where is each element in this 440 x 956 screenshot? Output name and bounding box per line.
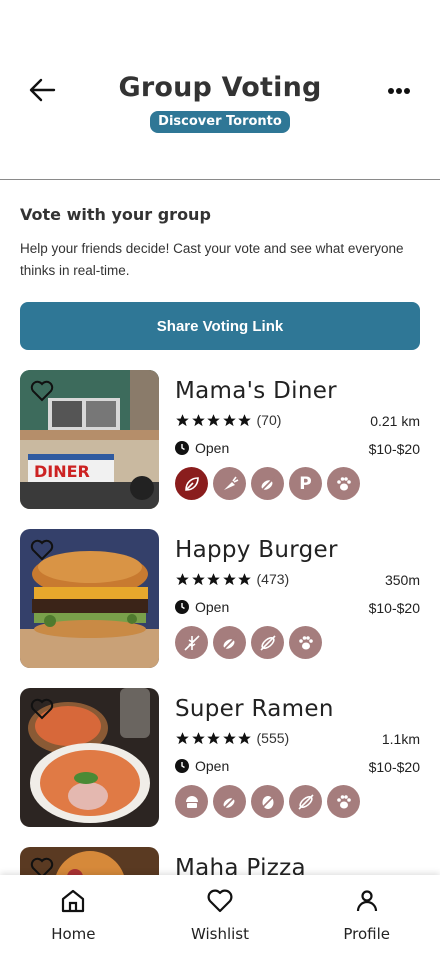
user-icon [356,890,377,912]
gluten-free-icon[interactable] [213,785,246,818]
section-description: Help your friends decide! Cast your vote… [20,241,404,278]
star-icon [238,413,251,426]
gluten-free-icon[interactable] [251,467,284,500]
nav-wishlist-label: Wishlist [190,925,250,943]
pet-friendly-icon[interactable] [327,467,360,500]
star-icon [207,731,220,744]
star-icon [222,572,236,585]
heart-outline-icon [30,380,54,402]
home-icon [62,889,85,913]
gluten-free-icon[interactable] [213,626,246,659]
svg-text:DINER: DINER [34,462,90,481]
review-count: (555) [256,730,290,746]
star-icon [207,572,220,585]
restaurant-name: Mama's Diner [175,378,337,404]
no-egg-icon[interactable] [251,785,284,818]
price-range: $10-$20 [368,441,420,457]
clock-icon [175,441,189,455]
restaurant-name: Happy Burger [175,537,338,563]
star-icon [191,413,205,426]
restaurant-name: Super Ramen [175,696,334,722]
restaurant-card[interactable]: DINER Mama's Diner (70) 0.21 km Open $10… [20,370,430,510]
restaurant-card[interactable]: Super Ramen (555) 1.1km Open $10-$20 [20,688,430,828]
nav-home[interactable]: Home [0,875,147,956]
parking-icon[interactable]: P [289,467,322,500]
app-header: Group Voting Discover Toronto [0,0,440,180]
pet-friendly-icon[interactable] [289,626,322,659]
star-icon [238,731,251,744]
heart-outline-icon [30,539,54,561]
feature-tags [175,626,327,659]
clock-icon [175,600,189,614]
no-nuts-icon[interactable] [251,626,284,659]
review-count: (473) [256,571,290,587]
rating: (473) [175,571,289,587]
no-wheat-icon[interactable] [175,626,208,659]
vegan-leaf-icon[interactable] [175,467,208,500]
wishlist-heart-button[interactable] [30,380,54,402]
carrot-icon[interactable] [213,467,246,500]
open-status: Open [195,440,230,456]
more-options-button[interactable] [384,80,414,102]
rating: (555) [175,730,289,746]
open-status: Open [195,599,230,615]
star-rating [175,731,253,746]
star-icon [191,572,205,585]
star-icon [222,413,236,426]
feature-tags: P [175,467,365,500]
star-icon [176,731,189,744]
price-range: $10-$20 [368,600,420,616]
wishlist-heart-button[interactable] [30,539,54,561]
more-horizontal-icon [388,88,410,94]
star-icon [207,413,220,426]
distance: 350m [384,572,420,588]
nav-profile[interactable]: Profile [293,875,440,956]
star-icon [176,572,189,585]
review-count: (70) [256,412,282,428]
wishlist-heart-button[interactable] [30,698,54,720]
open-status: Open [195,758,230,774]
pet-friendly-icon[interactable] [327,785,360,818]
star-icon [238,572,251,585]
nav-profile-label: Profile [343,925,390,943]
star-icon [222,731,236,744]
rating: (70) [175,412,281,428]
page-title: Group Voting [118,72,322,103]
share-voting-link-button[interactable]: Share Voting Link [20,302,420,350]
clock-icon [175,759,189,773]
dessert-icon[interactable] [175,785,208,818]
distance: 0.21 km [370,413,420,429]
star-rating [175,572,253,587]
distance: 1.1km [381,731,420,747]
bottom-navigation: Home Wishlist Profile [0,875,440,956]
restaurant-card[interactable]: Happy Burger (473) 350m Open $10-$20 [20,529,430,669]
price-range: $10-$20 [368,759,420,775]
section-title: Vote with your group [20,205,211,224]
no-nuts-icon[interactable] [289,785,322,818]
heart-icon [207,889,233,913]
nav-home-label: Home [51,925,96,943]
feature-tags [175,785,365,818]
heart-outline-icon [30,698,54,720]
star-icon [191,731,205,744]
city-badge[interactable]: Discover Toronto [150,111,290,133]
star-rating [175,413,253,428]
nav-wishlist[interactable]: Wishlist [147,875,294,956]
star-icon [176,413,189,426]
